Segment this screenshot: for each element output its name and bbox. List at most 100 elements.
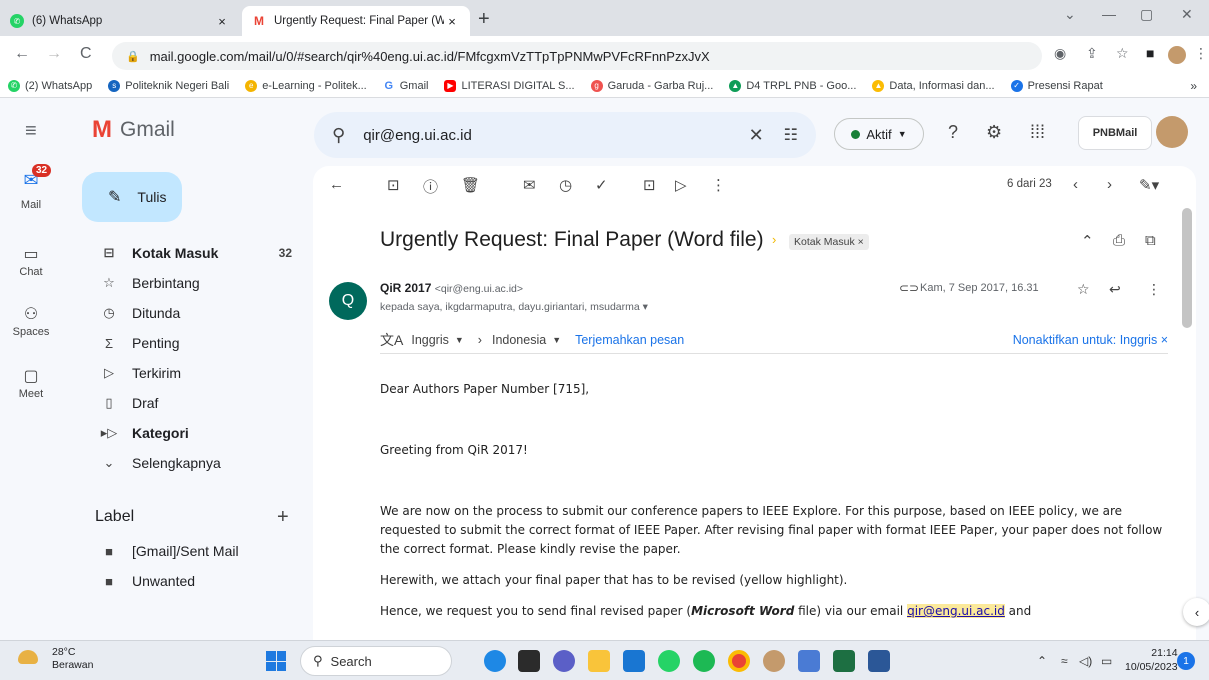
gmail-logo[interactable]: M Gmail [92,116,175,144]
recipients-caret-icon[interactable]: ▾ [643,301,648,313]
back-to-search-icon[interactable]: ← [329,176,344,193]
new-tab-button[interactable]: + [478,8,490,31]
disable-translate-link[interactable]: Nonaktifkan untuk: Inggris × [1013,333,1168,347]
show-side-panel-button[interactable]: ‹ [1183,598,1209,626]
file-explorer-icon[interactable] [588,650,610,672]
back-icon[interactable]: ← [14,45,30,63]
settings-gear-icon[interactable]: ⚙ [986,122,1002,143]
tab-gmail[interactable]: M Urgently Request: Final Paper (W × [242,6,470,36]
word-icon[interactable] [868,650,890,672]
address-bar[interactable]: 🔒 mail.google.com/mail/u/0/#search/qir%4… [112,42,1042,70]
label-icon[interactable]: ▷ [675,176,687,194]
volume-icon[interactable]: ◁) [1079,654,1092,668]
clear-search-icon[interactable]: ✕ [749,125,764,146]
email-link[interactable]: qir@eng.ui.ac.id [907,604,1005,618]
newer-icon[interactable]: ‹ [1073,176,1078,193]
scrollbar-thumb[interactable] [1182,208,1192,328]
tracking-icon[interactable]: ◉ [1054,45,1066,62]
folder-drafts[interactable]: ▯ Draf [82,388,302,418]
mail-app-icon[interactable] [623,650,645,672]
bing-icon[interactable] [484,650,506,672]
notepad-icon[interactable] [798,650,820,672]
battery-icon[interactable]: ▭ [1101,654,1112,668]
reload-icon[interactable]: C [80,45,92,63]
organization-logo[interactable]: PNBMail [1078,116,1152,150]
status-dropdown[interactable]: Aktif ▼ [834,118,924,150]
older-icon[interactable]: › [1107,176,1112,193]
folder-important[interactable]: Σ Penting [82,328,302,358]
search-bar[interactable]: ⚲ qir@eng.ui.ac.id ✕ ☷ [314,112,816,158]
folder-starred[interactable]: ☆ Berbintang [82,268,302,298]
profile-avatar[interactable] [1168,46,1186,64]
minimize-button[interactable]: — [1102,6,1116,22]
more-actions-icon[interactable]: ⋮ [711,176,726,194]
expand-all-icon[interactable]: ⌃ [1081,232,1094,250]
bookmark-item[interactable]: G Gmail [382,79,428,92]
rail-spaces[interactable]: ⚇ Spaces [0,304,62,338]
browser-menu-icon[interactable]: ⋮ [1194,45,1208,62]
bookmark-item[interactable]: ✓ Presensi Rapat [1010,79,1103,92]
search-icon[interactable]: ⚲ [332,125,345,146]
folder-snoozed[interactable]: ◷ Ditunda [82,298,302,328]
account-avatar[interactable] [1156,116,1188,148]
star-message-icon[interactable]: ☆ [1077,281,1090,298]
importance-marker-icon[interactable]: › [772,232,776,247]
bookmark-item[interactable]: ✆ (2) WhatsApp [8,79,92,92]
bookmark-item[interactable]: e e-Learning - Politek... [245,79,367,92]
window-close-button[interactable]: ✕ [1181,6,1193,23]
inbox-label-chip[interactable]: Kotak Masuk × [789,234,869,250]
system-clock[interactable]: 21:14 10/05/2023 [1125,646,1178,674]
share-icon[interactable]: ⇪ [1086,45,1098,62]
rail-chat[interactable]: ▭ Chat [0,244,62,278]
search-input[interactable]: qir@eng.ui.ac.id [363,127,748,144]
open-new-window-icon[interactable]: ⧉ [1145,232,1156,249]
bookmark-item[interactable]: s Politeknik Negeri Bali [108,79,229,92]
chrome-icon[interactable] [728,650,750,672]
compose-button[interactable]: ✎ Tulis [82,172,182,222]
translate-to[interactable]: Indonesia [492,333,546,347]
move-to-icon[interactable]: ⊡ [643,176,656,194]
bookmark-item[interactable]: ▲ Data, Informasi dan... [872,79,995,92]
rail-mail[interactable]: ✉ 32 Mail [0,164,62,211]
print-icon[interactable]: ⎙ [1113,232,1125,249]
task-view-icon[interactable] [518,650,540,672]
forward-icon[interactable]: → [46,45,62,63]
add-label-button[interactable]: + [277,506,289,529]
bookmark-item[interactable]: ▲ D4 TRPL PNB - Goo... [729,79,856,92]
delete-icon[interactable]: 🗑 [461,176,480,194]
chrome-profile-icon[interactable] [763,650,785,672]
help-icon[interactable]: ? [948,122,958,143]
close-tab-icon[interactable]: × [444,14,460,29]
close-tab-icon[interactable]: × [214,14,230,29]
folder-sent[interactable]: ▷ Terkirim [82,358,302,388]
label-unwanted[interactable]: ■ Unwanted [82,566,302,596]
snooze-icon[interactable]: ◷ [559,176,572,194]
taskbar-search[interactable]: ⚲ Search [300,646,452,676]
whatsapp-icon[interactable] [658,650,680,672]
rail-meet[interactable]: ▢ Meet [0,366,62,400]
sidepanel-icon[interactable]: ■ [1146,45,1154,61]
report-spam-icon[interactable]: ⓘ [423,176,438,197]
apps-grid-icon[interactable]: ⁞⁞⁞ [1030,122,1045,143]
input-tools-icon[interactable]: ✎▾ [1139,176,1159,194]
message-more-icon[interactable]: ⋮ [1147,281,1161,298]
wifi-icon[interactable]: ≈ [1061,654,1068,668]
tab-search-icon[interactable]: ⌄ [1064,6,1076,23]
bookmark-item[interactable]: ▶ LITERASI DIGITAL S... [444,79,575,92]
sender-line[interactable]: QiR 2017 <qir@eng.ui.ac.id> [380,281,523,295]
folder-inbox[interactable]: ⊟ Kotak Masuk 32 [82,238,302,268]
folder-more[interactable]: ⌄ Selengkapnya [82,448,302,478]
bookmark-item[interactable]: g Garuda - Garba Ruj... [590,79,713,92]
windows-start-icon[interactable] [266,651,286,671]
main-menu-icon[interactable]: ≡ [25,120,37,143]
sender-avatar[interactable]: Q [329,282,367,320]
translate-from[interactable]: Inggris [411,333,449,347]
label-sent-mail[interactable]: ■ [Gmail]/Sent Mail [82,536,302,566]
add-task-icon[interactable]: ✓ [595,176,608,194]
search-options-icon[interactable]: ☷ [784,125,798,145]
tray-overflow-icon[interactable]: ⌃ [1037,654,1047,668]
spotify-icon[interactable] [693,650,715,672]
mark-unread-icon[interactable]: ✉ [523,176,536,194]
recipients-line[interactable]: kepada saya, ikgdarmaputra, dayu.giriant… [380,301,648,313]
excel-icon[interactable] [833,650,855,672]
